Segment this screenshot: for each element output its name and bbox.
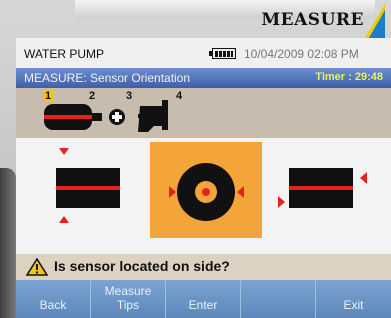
orientation-top-bottom[interactable] (46, 146, 136, 236)
banner-title: MEASURE (261, 10, 364, 30)
enter-button[interactable]: Enter (166, 280, 241, 318)
pump-icon (138, 100, 168, 132)
orientation-side[interactable] (156, 146, 256, 236)
page-title: MEASURE: Sensor Orientation (24, 71, 191, 85)
app-title: WATER PUMP (24, 47, 104, 61)
battery-icon (209, 48, 236, 59)
device-screen: WATER PUMP 10/04/2009 02:08 PM MEASURE: … (16, 38, 391, 318)
motor-icon (44, 104, 102, 130)
prompt-bar: Is sensor located on side? (16, 254, 391, 280)
prompt-question: Is sensor located on side? (54, 258, 230, 274)
banner-flag-icon (365, 4, 385, 38)
timer: Timer : 29:48 (315, 71, 383, 83)
status-bar: WATER PUMP 10/04/2009 02:08 PM (16, 38, 391, 68)
orientation-opposite-side[interactable] (274, 146, 374, 236)
blank-function-key[interactable] (241, 280, 316, 318)
function-key-bar: Back Measure Tips Enter Exit (16, 280, 391, 318)
datetime: 10/04/2009 02:08 PM (244, 47, 359, 61)
back-button[interactable]: Back (16, 280, 91, 318)
screen-header: MEASURE: Sensor Orientation Timer : 29:4… (16, 68, 391, 88)
machine-train-icon (44, 100, 168, 132)
machine-step-selector: 1 2 3 4 (16, 88, 391, 138)
measure-banner: MEASURE (0, 0, 391, 38)
exit-button[interactable]: Exit (316, 280, 391, 318)
device-grip (0, 168, 16, 318)
orientation-options (16, 142, 391, 238)
warning-icon (26, 258, 48, 276)
coupling-icon (109, 109, 125, 125)
measure-tips-button[interactable]: Measure Tips (91, 280, 166, 318)
